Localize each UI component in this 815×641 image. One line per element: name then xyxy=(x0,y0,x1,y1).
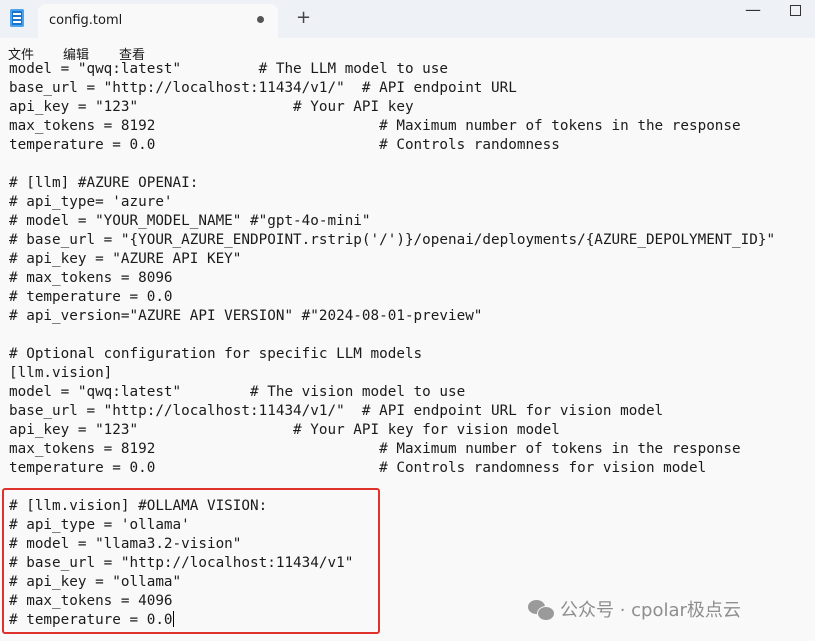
tab-title: config.toml xyxy=(49,13,123,28)
code-line: base_url = "http://localhost:11434/v1/" … xyxy=(9,403,664,419)
code-line: max_tokens = 8192 # Maximum number of to… xyxy=(9,118,741,134)
notepad-window: config.toml + — 文件 编辑 查看 model = "qwq:la… xyxy=(0,0,815,641)
code-line: api_key = "123" # Your API key xyxy=(9,99,414,115)
maximize-icon xyxy=(790,5,801,16)
unsaved-dot-icon[interactable] xyxy=(257,16,264,23)
notepad-app-icon xyxy=(10,9,24,27)
code-line: # api_type= 'azure' xyxy=(9,194,173,210)
code-line: temperature = 0.0 # Controls randomness xyxy=(9,137,560,153)
code-line: api_key = "123" # Your API key for visio… xyxy=(9,422,560,438)
code-line: # model = "YOUR_MODEL_NAME" #"gpt-4o-min… xyxy=(9,213,371,229)
code-line: model = "qwq:latest" # The LLM model to … xyxy=(9,61,448,77)
code-line: max_tokens = 8192 # Maximum number of to… xyxy=(9,441,741,457)
maximize-button[interactable] xyxy=(776,0,815,22)
title-bar: config.toml + — xyxy=(0,0,815,38)
code-line: # [llm] #AZURE OPENAI: xyxy=(9,175,199,191)
code-line: # base_url = "{YOUR_AZURE_ENDPOINT.rstri… xyxy=(9,232,776,248)
code-line: base_url = "http://localhost:11434/v1/" … xyxy=(9,80,517,96)
watermark-text: 公众号 · cpolar极点云 xyxy=(560,600,741,621)
new-tab-button[interactable]: + xyxy=(296,7,311,29)
minimize-button[interactable]: — xyxy=(730,0,776,22)
code-line: model = "qwq:latest" # The vision model … xyxy=(9,384,466,400)
wechat-icon xyxy=(528,598,555,621)
tab-config-toml[interactable]: config.toml xyxy=(38,4,278,38)
watermark: 公众号 · cpolar极点云 xyxy=(528,597,741,621)
code-line: # api_version="AZURE API VERSION" #"2024… xyxy=(9,308,483,324)
code-line: # temperature = 0.0 xyxy=(9,289,173,305)
code-line: # api_key = "AZURE API KEY" xyxy=(9,251,242,267)
code-line: [llm.vision] xyxy=(9,365,113,381)
code-line: temperature = 0.0 # Controls randomness … xyxy=(9,460,707,476)
code-line: # Optional configuration for specific LL… xyxy=(9,346,423,362)
annotation-highlight-box xyxy=(2,488,380,634)
code-line: # max_tokens = 8096 xyxy=(9,270,173,286)
